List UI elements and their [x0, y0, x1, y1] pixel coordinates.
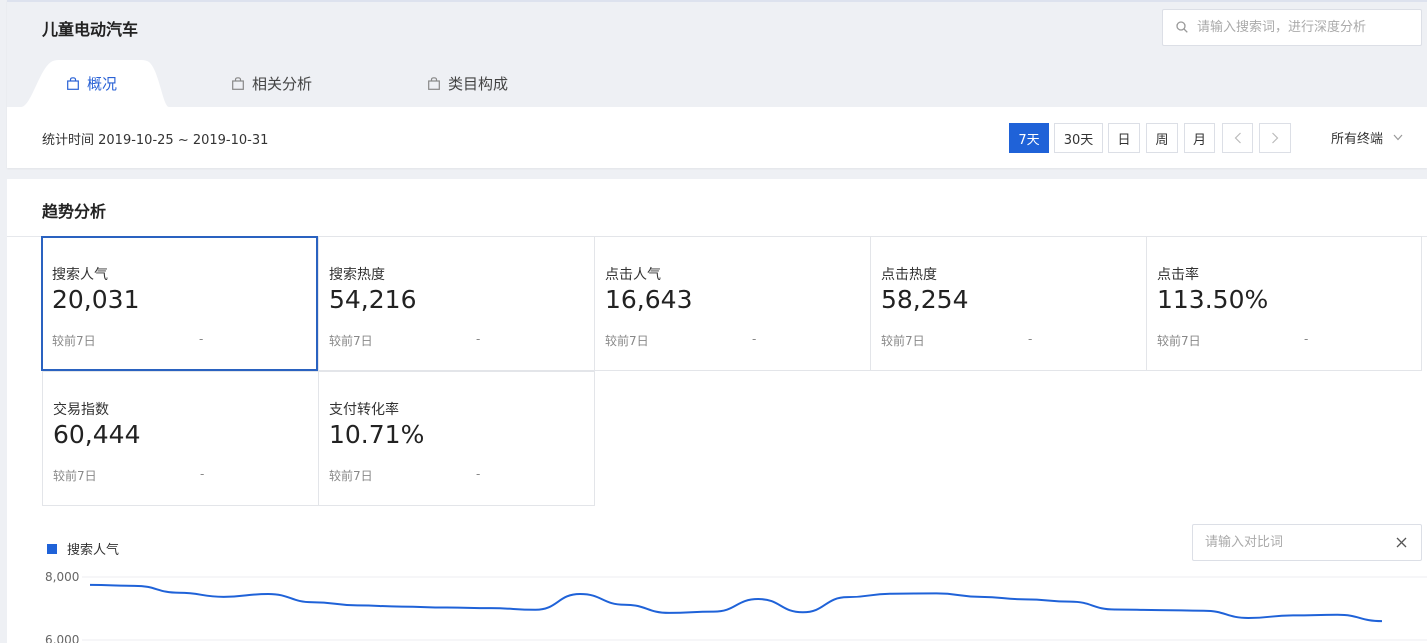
next-period-button[interactable]: [1259, 123, 1291, 153]
metric-compare-label: 较前7日: [52, 334, 96, 348]
metric-compare-label: 较前7日: [329, 469, 373, 483]
metric-compare-value: -: [752, 332, 757, 346]
metric-card-trade-index[interactable]: 交易指数 60,444 较前7日 -: [42, 371, 319, 506]
metric-value: 16,643: [605, 285, 693, 314]
metric-label: 交易指数: [53, 402, 109, 418]
stat-time-range: 统计时间 2019-10-25 ~ 2019-10-31: [42, 133, 269, 148]
chart-legend[interactable]: 搜索人气: [47, 539, 119, 558]
metric-card-payment-conversion[interactable]: 支付转化率 10.71% 较前7日 -: [318, 371, 595, 506]
metric-value: 10.71%: [329, 420, 425, 449]
range-30-days-button[interactable]: 30天: [1054, 123, 1103, 153]
tab-label: 相关分析: [252, 75, 313, 93]
compare-keyword-box[interactable]: [1192, 524, 1422, 561]
metric-compare-label: 较前7日: [1157, 334, 1201, 348]
metric-compare-value: -: [1028, 332, 1033, 346]
y-tick-label: 8,000: [45, 570, 79, 584]
metric-compare-label: 较前7日: [53, 469, 97, 483]
trend-line-chart: 8,000 6,000: [45, 570, 1427, 643]
metric-card-search-heat[interactable]: 搜索热度 54,216 较前7日 -: [318, 236, 595, 371]
series-line: [89, 583, 1383, 623]
range-week-button[interactable]: 周: [1146, 123, 1178, 153]
terminal-select[interactable]: 所有终端: [1331, 128, 1403, 147]
metric-compare-value: -: [1304, 332, 1309, 346]
chevron-left-icon: [1234, 132, 1241, 144]
shopping-bag-icon: [428, 77, 440, 90]
metric-compare-value: -: [200, 467, 205, 481]
compare-keyword-input[interactable]: [1205, 525, 1385, 560]
metric-label: 支付转化率: [329, 402, 399, 418]
metric-card-click-rate[interactable]: 点击率 113.50% 较前7日 -: [1146, 236, 1422, 371]
metric-compare-value: -: [476, 332, 481, 346]
terminal-select-value: 所有终端: [1331, 132, 1384, 147]
shopping-bag-icon: [232, 77, 244, 90]
header-card: 儿童电动汽车 概况 相关分析 类目构成 统计时间 2019-10-25 ~ 20…: [7, 0, 1427, 168]
metric-card-search-popularity[interactable]: 搜索人气 20,031 较前7日 -: [41, 236, 318, 371]
chevron-right-icon: [1272, 132, 1279, 144]
metric-compare-value: -: [476, 467, 481, 481]
page-title: 儿童电动汽车: [42, 20, 139, 39]
search-input[interactable]: [1197, 10, 1417, 45]
metric-compare-label: 较前7日: [329, 334, 373, 348]
metric-value: 20,031: [52, 285, 140, 314]
section-title: 趋势分析: [42, 202, 107, 221]
search-box[interactable]: [1162, 9, 1422, 46]
metric-value: 60,444: [53, 420, 141, 449]
tab-label: 类目构成: [448, 75, 509, 93]
metric-label: 点击人气: [605, 267, 661, 283]
metric-label: 点击热度: [881, 267, 937, 283]
metric-card-click-heat[interactable]: 点击热度 58,254 较前7日 -: [870, 236, 1147, 371]
tab-overview[interactable]: 概况: [67, 60, 117, 107]
legend-label: 搜索人气: [67, 543, 120, 558]
metric-compare-label: 较前7日: [605, 334, 649, 348]
metric-label: 搜索人气: [52, 267, 108, 283]
y-tick-label: 6,000: [45, 633, 79, 643]
metric-compare-label: 较前7日: [881, 334, 925, 348]
chevron-down-icon: [1393, 134, 1403, 141]
legend-swatch: [47, 543, 57, 554]
close-icon[interactable]: [1396, 537, 1407, 548]
previous-period-button[interactable]: [1222, 123, 1253, 153]
metric-compare-value: -: [199, 332, 204, 346]
metric-label: 点击率: [1157, 267, 1199, 283]
range-7-days-button[interactable]: 7天: [1009, 123, 1049, 153]
metric-label: 搜索热度: [329, 267, 385, 283]
trend-analysis-card: 趋势分析 搜索人气 20,031 较前7日 - 搜索热度 54,216 较前7日…: [7, 179, 1427, 643]
tab-label: 概况: [87, 75, 118, 93]
tab-category-composition[interactable]: 类目构成: [428, 60, 508, 107]
range-month-button[interactable]: 月: [1184, 123, 1215, 153]
search-icon: [1176, 21, 1188, 33]
shopping-bag-icon: [67, 77, 79, 90]
tab-related-analysis[interactable]: 相关分析: [232, 60, 312, 107]
metric-value: 58,254: [881, 285, 969, 314]
range-day-button[interactable]: 日: [1108, 123, 1140, 153]
metric-value: 113.50%: [1157, 285, 1269, 314]
metric-value: 54,216: [329, 285, 417, 314]
metric-card-click-popularity[interactable]: 点击人气 16,643 较前7日 -: [594, 236, 871, 371]
